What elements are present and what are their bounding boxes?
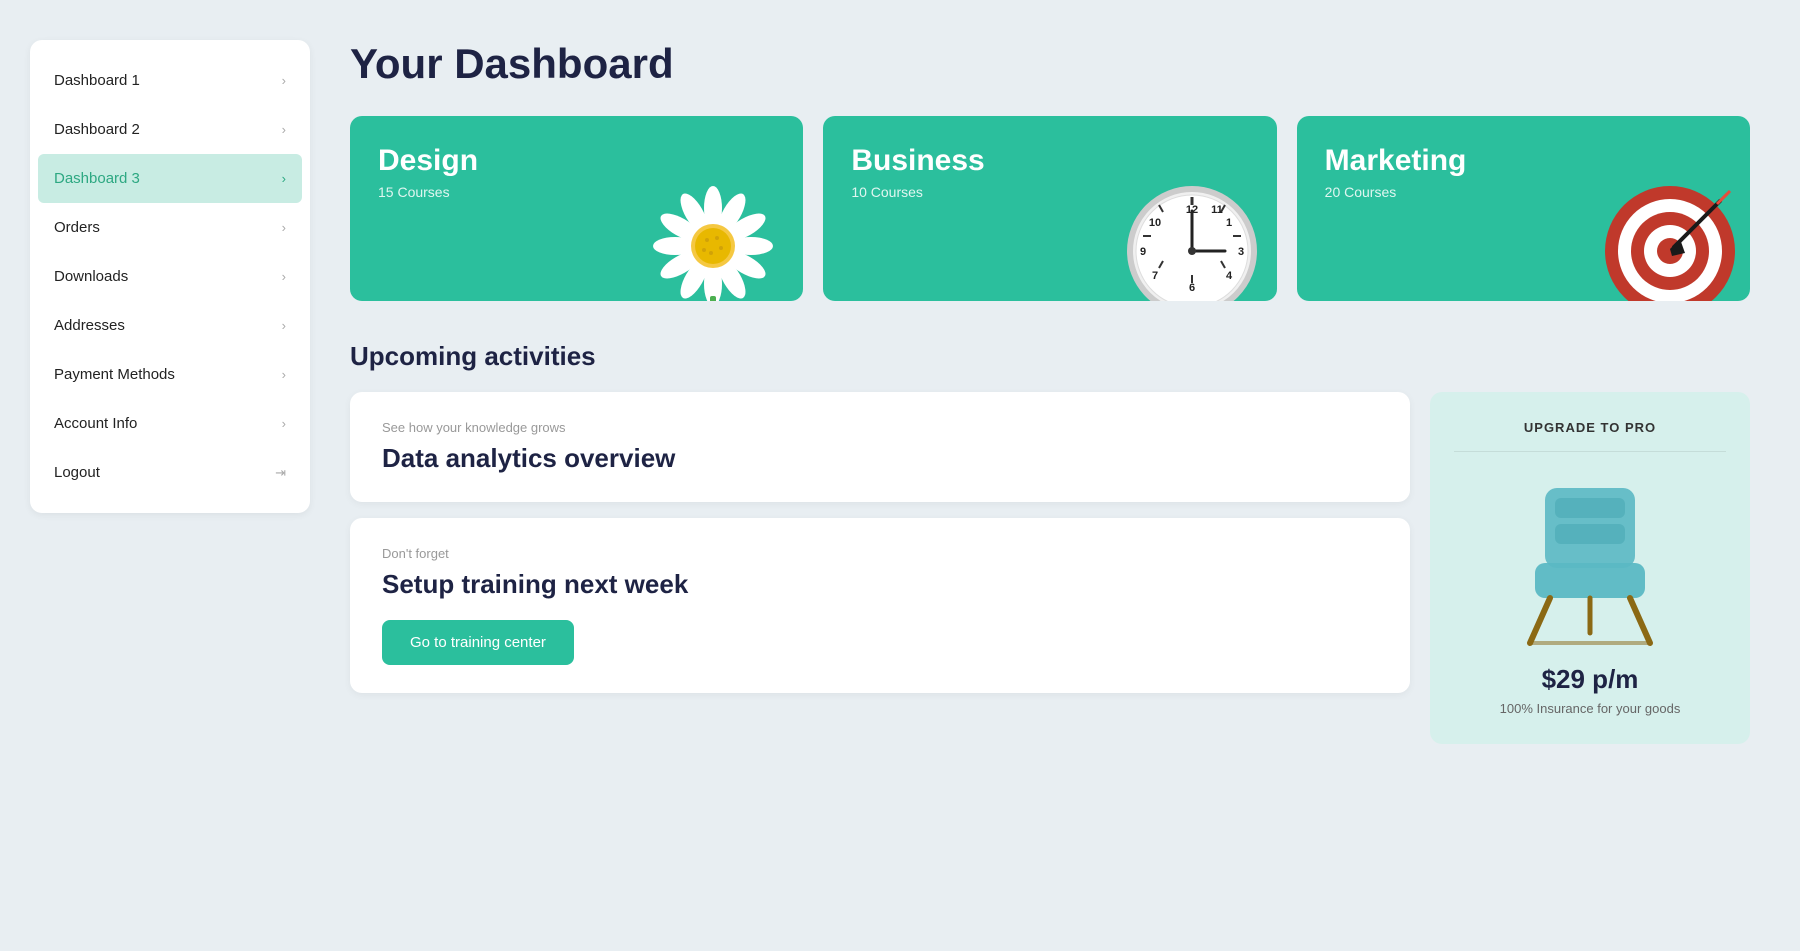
activity-title-2: Setup training next week (382, 569, 1378, 600)
sidebar-item-label: Dashboard 2 (54, 121, 140, 138)
sidebar-item-dashboard3[interactable]: Dashboard 3 › (38, 154, 302, 203)
daisy-image (633, 161, 793, 301)
upgrade-description: 100% Insurance for your goods (1500, 701, 1681, 716)
svg-text:11: 11 (1211, 204, 1223, 216)
sidebar-item-label: Account Info (54, 415, 137, 432)
clock-image: 12 1 3 4 6 7 9 10 11 (1117, 161, 1267, 301)
chevron-right-icon: › (282, 416, 286, 431)
activity-label-2: Don't forget (382, 546, 1378, 561)
chevron-right-icon: › (282, 122, 286, 137)
chevron-right-icon: › (282, 73, 286, 88)
main-content: Your Dashboard Design 15 Courses (350, 40, 1750, 744)
activity-label-1: See how your knowledge grows (382, 420, 1378, 435)
page-title: Your Dashboard (350, 40, 1750, 88)
svg-text:6: 6 (1189, 282, 1195, 294)
sidebar-item-addresses[interactable]: Addresses › (30, 301, 310, 350)
activity-card-1: See how your knowledge grows Data analyt… (350, 392, 1410, 502)
sidebar-item-label: Orders (54, 219, 100, 236)
sidebar: Dashboard 1 › Dashboard 2 › Dashboard 3 … (30, 40, 310, 513)
category-card-design[interactable]: Design 15 Courses (350, 116, 803, 301)
sidebar-item-account-info[interactable]: Account Info › (30, 399, 310, 448)
target-image (1590, 161, 1740, 301)
sidebar-item-payment-methods[interactable]: Payment Methods › (30, 350, 310, 399)
sidebar-item-label: Dashboard 1 (54, 72, 140, 89)
chevron-right-icon: › (282, 220, 286, 235)
category-cards: Design 15 Courses (350, 116, 1750, 301)
sidebar-item-label: Addresses (54, 317, 125, 334)
svg-text:1: 1 (1226, 217, 1232, 229)
activity-card-2: Don't forget Setup training next week Go… (350, 518, 1410, 693)
upgrade-price: $29 p/m (1542, 664, 1639, 695)
svg-text:4: 4 (1226, 270, 1233, 282)
activities-layout: See how your knowledge grows Data analyt… (350, 392, 1750, 744)
svg-text:3: 3 (1238, 246, 1244, 258)
chair-image (1490, 468, 1690, 648)
sidebar-item-downloads[interactable]: Downloads › (30, 252, 310, 301)
activity-title-1: Data analytics overview (382, 443, 1378, 474)
go-to-training-button[interactable]: Go to training center (382, 620, 574, 665)
chevron-right-icon: › (282, 171, 286, 186)
sidebar-item-orders[interactable]: Orders › (30, 203, 310, 252)
upgrade-divider (1454, 451, 1726, 452)
sidebar-item-dashboard2[interactable]: Dashboard 2 › (30, 105, 310, 154)
upgrade-title: UPGRADE TO PRO (1524, 420, 1656, 435)
activities-list: See how your knowledge grows Data analyt… (350, 392, 1410, 744)
sidebar-item-dashboard1[interactable]: Dashboard 1 › (30, 56, 310, 105)
upcoming-activities-title: Upcoming activities (350, 341, 1750, 372)
svg-text:10: 10 (1149, 217, 1161, 229)
svg-text:7: 7 (1152, 270, 1158, 282)
logout-icon: ⇥ (275, 465, 286, 481)
sidebar-item-label: Dashboard 3 (54, 170, 140, 187)
chevron-right-icon: › (282, 318, 286, 333)
svg-text:9: 9 (1140, 246, 1146, 258)
category-card-business[interactable]: Business 10 Courses (823, 116, 1276, 301)
sidebar-item-label: Payment Methods (54, 366, 175, 383)
upgrade-card: UPGRADE TO PRO (1430, 392, 1750, 744)
sidebar-item-logout[interactable]: Logout ⇥ (30, 448, 310, 497)
sidebar-item-label: Logout (54, 464, 100, 481)
chevron-right-icon: › (282, 367, 286, 382)
chevron-right-icon: › (282, 269, 286, 284)
sidebar-item-label: Downloads (54, 268, 128, 285)
category-card-marketing[interactable]: Marketing 20 Courses (1297, 116, 1750, 301)
